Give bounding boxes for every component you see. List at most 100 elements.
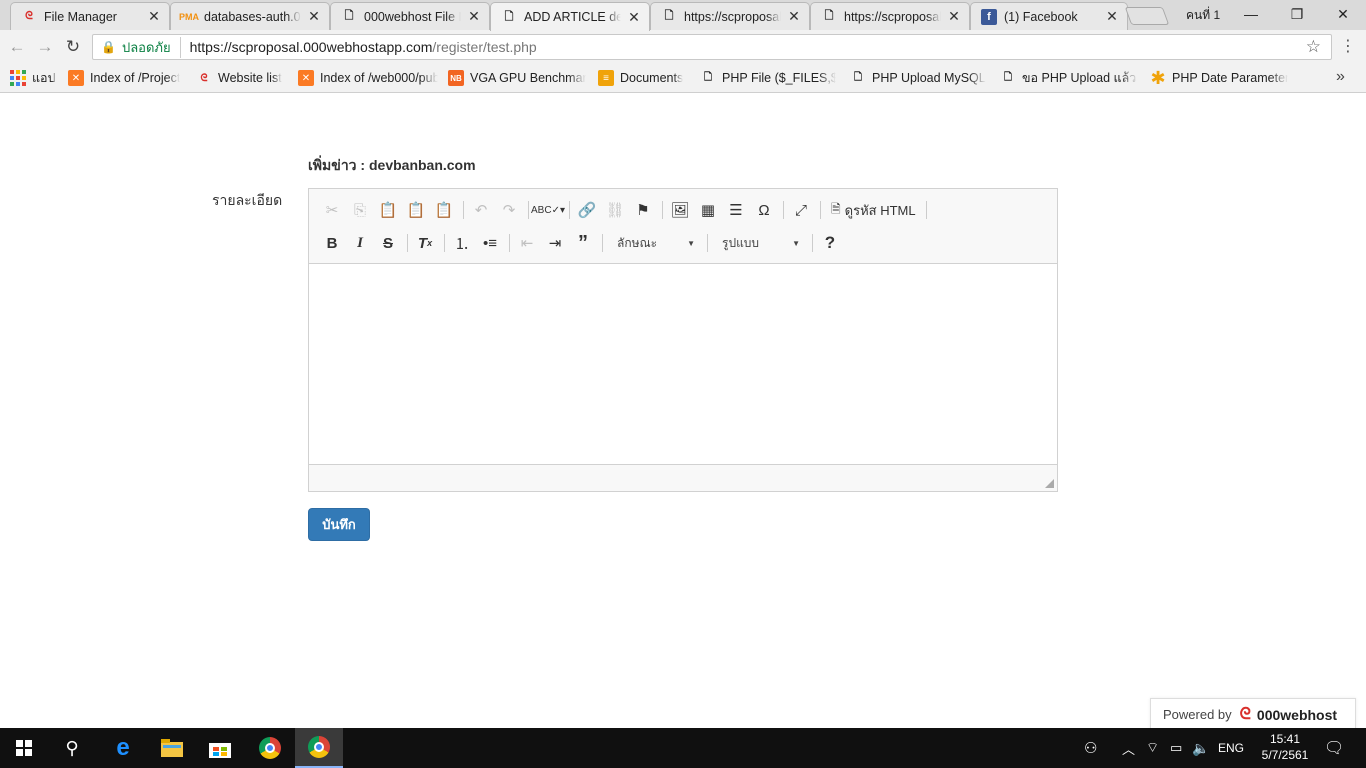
- start-windows-icon[interactable]: [0, 728, 48, 768]
- wifi-icon[interactable]: ⌔: [1146, 728, 1159, 768]
- format-dropdown[interactable]: รูปแบบ ▼: [716, 232, 804, 254]
- notifications-icon[interactable]: 🗨: [1324, 728, 1344, 768]
- tab-facebook[interactable]: f (1) Facebook ✕: [970, 2, 1128, 30]
- people-icon[interactable]: ⚇: [1084, 728, 1097, 768]
- tab-000webhost-file-manager[interactable]: 🗋 000webhost File Manager ✕: [330, 2, 490, 30]
- bookmark-php-date[interactable]: ✱ PHP Date Parameter: [1150, 69, 1288, 87]
- search-icon[interactable]: ⚲: [48, 728, 96, 768]
- toolbar-separator: [509, 234, 510, 252]
- bookmark-index-project[interactable]: ✕ Index of /Project: [68, 69, 190, 87]
- tab-title: databases-auth.000webhost: [204, 9, 301, 24]
- bookmark-php-upload-mysql[interactable]: 🗋 PHP Upload MySQL: [850, 69, 986, 87]
- tab-title: (1) Facebook: [1004, 9, 1078, 24]
- battery-icon[interactable]: ▭: [1170, 728, 1182, 768]
- styles-dropdown[interactable]: ลักษณะ ▼: [611, 232, 699, 254]
- editor-content-area[interactable]: [309, 264, 1057, 464]
- close-icon[interactable]: ✕: [1105, 8, 1119, 25]
- special-char-icon[interactable]: Ω: [751, 198, 777, 222]
- bookmark-label: แอป: [32, 71, 56, 85]
- tab-add-article[interactable]: 🗋 ADD ARTICLE devbanban ✕: [490, 2, 650, 31]
- close-icon[interactable]: ✕: [787, 8, 801, 25]
- numbered-list-icon[interactable]: ⒈: [449, 231, 475, 255]
- toolbar-separator: [820, 201, 821, 219]
- powered-by-badge[interactable]: Powered by ᘓ 000webhost: [1150, 698, 1356, 730]
- toolbar-separator: [783, 201, 784, 219]
- restore-icon[interactable]: ❐: [1274, 0, 1320, 28]
- image-icon[interactable]: 🖼: [667, 198, 693, 222]
- outdent-icon[interactable]: ⇤: [514, 231, 540, 255]
- xampp-icon: ✕: [68, 70, 84, 86]
- paste-icon[interactable]: 📋: [375, 198, 401, 222]
- close-icon[interactable]: ✕: [947, 8, 961, 25]
- link-icon[interactable]: 🔗: [574, 198, 600, 222]
- window-close-icon[interactable]: ✕: [1320, 0, 1366, 28]
- editor-statusbar: [309, 464, 1057, 491]
- horizontal-line-icon[interactable]: ☰: [723, 198, 749, 222]
- tab-scproposal-1[interactable]: 🗋 https://scproposal.000 ✕: [650, 2, 810, 30]
- edge-browser-icon[interactable]: e: [98, 728, 148, 768]
- redo-icon[interactable]: ↷: [496, 198, 522, 222]
- close-icon[interactable]: ✕: [147, 8, 161, 25]
- chrome-icon[interactable]: [246, 728, 294, 768]
- maximize-icon[interactable]: ⤢: [788, 198, 814, 222]
- bookmark-label: PHP Date Parameter: [1172, 71, 1288, 85]
- view-source-button[interactable]: 🗎 ดูรหัส HTML: [825, 198, 922, 222]
- copy-icon[interactable]: ⎘: [347, 198, 373, 222]
- page-icon: 🗋: [344, 10, 354, 22]
- bookmark-apps[interactable]: แอป: [10, 69, 70, 87]
- new-tab-button[interactable]: [1124, 7, 1170, 25]
- bookmarks-bar: แอป ✕ Index of /Project ᘓ Website list ✕…: [0, 64, 1366, 93]
- table-icon[interactable]: ▦: [695, 198, 721, 222]
- bookmark-star-icon[interactable]: ☆: [1306, 37, 1321, 57]
- browser-menu-icon[interactable]: ⋮: [1340, 36, 1356, 56]
- tab-scproposal-2[interactable]: 🗋 https://scproposal.000 ✕: [810, 2, 970, 30]
- tab-databases[interactable]: PMA databases-auth.000webhost ✕: [170, 2, 330, 30]
- paste-text-icon[interactable]: 📋: [403, 198, 429, 222]
- bookmarks-overflow-icon[interactable]: »: [1336, 68, 1345, 86]
- forward-icon[interactable]: →: [34, 36, 56, 58]
- page-icon: 🗋: [824, 10, 834, 22]
- italic-icon[interactable]: I: [347, 231, 373, 255]
- profile-name[interactable]: คนที่ 1: [1186, 6, 1220, 25]
- resize-handle-icon[interactable]: [1045, 479, 1054, 488]
- cut-icon[interactable]: ✂: [319, 198, 345, 222]
- anchor-flag-icon[interactable]: ⚑: [630, 198, 656, 222]
- security-label[interactable]: ปลอดภัย: [122, 36, 181, 58]
- tab-file-manager[interactable]: ᘓ File Manager ✕: [10, 2, 170, 30]
- back-icon[interactable]: ←: [6, 36, 28, 58]
- paste-word-icon[interactable]: 📋: [431, 198, 457, 222]
- minimize-icon[interactable]: —: [1228, 0, 1274, 28]
- strikethrough-icon[interactable]: S: [375, 231, 401, 255]
- help-icon[interactable]: ?: [817, 231, 843, 255]
- bold-icon[interactable]: B: [319, 231, 345, 255]
- address-bar[interactable]: 🔒 ปลอดภัย https://scproposal.000webhosta…: [92, 34, 1332, 60]
- remove-format-icon[interactable]: Tx: [412, 231, 438, 255]
- tray-expand-icon[interactable]: ︿: [1122, 728, 1135, 768]
- webhost-logo-icon: ᘓ: [1239, 705, 1251, 723]
- file-explorer-icon[interactable]: [148, 728, 196, 768]
- chrome-active-window-icon[interactable]: [295, 728, 343, 768]
- undo-icon[interactable]: ↶: [468, 198, 494, 222]
- system-clock[interactable]: 15:41 5/7/2561: [1250, 731, 1320, 763]
- save-button[interactable]: บันทึก: [308, 508, 370, 541]
- close-icon[interactable]: ✕: [307, 8, 321, 25]
- indent-icon[interactable]: ⇥: [542, 231, 568, 255]
- unlink-icon[interactable]: ⛓: [602, 198, 628, 222]
- bookmark-website-list[interactable]: ᘓ Website list: [196, 69, 292, 87]
- store-icon[interactable]: [196, 728, 244, 768]
- bookmark-php-file[interactable]: 🗋 PHP File ($_FILES,$HTTP: [700, 69, 836, 87]
- bookmark-vga-gpu[interactable]: NB VGA GPU Benchmark: [448, 69, 586, 87]
- close-icon[interactable]: ✕: [467, 8, 481, 25]
- volume-icon[interactable]: 🔈: [1192, 728, 1209, 768]
- bulleted-list-icon[interactable]: •≡: [477, 231, 503, 255]
- bookmark-index-web000[interactable]: ✕ Index of /web000/public: [298, 69, 438, 87]
- language-indicator[interactable]: ENG: [1218, 728, 1244, 768]
- toolbar-separator: [528, 201, 529, 219]
- bookmark-documents[interactable]: ≡ Documents: [598, 69, 692, 87]
- webhost-icon: ᘓ: [200, 72, 208, 84]
- reload-icon[interactable]: ↻: [62, 36, 84, 58]
- spellcheck-icon[interactable]: ABC✓▾: [531, 198, 565, 222]
- close-icon[interactable]: ✕: [627, 9, 641, 26]
- blockquote-icon[interactable]: ”: [570, 231, 596, 255]
- bookmark-php-upload-question[interactable]: 🗋 ขอ PHP Upload แล้ว F: [1000, 69, 1138, 87]
